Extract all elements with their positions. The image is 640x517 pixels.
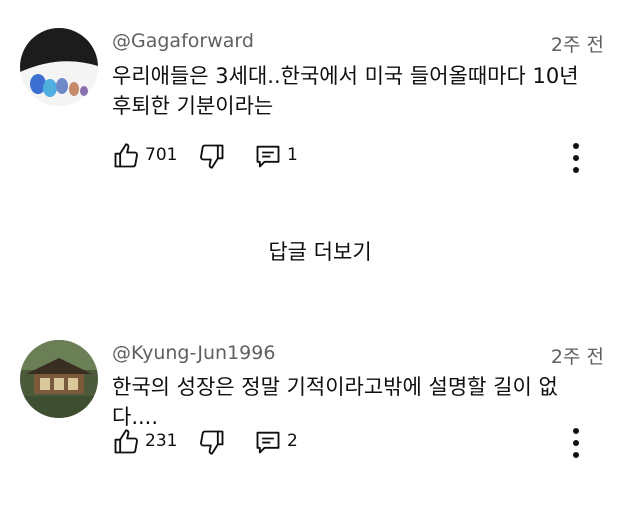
comment-author[interactable]: @Gagaforward <box>112 30 254 52</box>
comment-text: 우리애들은 3세대..한국에서 미국 들어올때마다 10년 후퇴한 기분이라는 <box>112 64 579 118</box>
dislike-icon[interactable] <box>198 428 226 456</box>
comment-author[interactable]: @Kyung-Jun1996 <box>112 342 275 364</box>
reply-icon[interactable] <box>254 428 282 456</box>
figurines-avatar-icon <box>20 28 98 106</box>
more-options-icon[interactable] <box>570 428 582 458</box>
reply-count: 1 <box>287 145 298 165</box>
more-options-icon[interactable] <box>570 143 582 173</box>
avatar[interactable] <box>20 28 98 106</box>
reply-count: 2 <box>287 431 298 451</box>
dislike-icon[interactable] <box>198 142 226 170</box>
comment-timestamp: 2주 전 <box>550 34 604 56</box>
comment-actions: 231 2 <box>112 428 332 458</box>
reply-icon[interactable] <box>254 142 282 170</box>
comment-timestamp: 2주 전 <box>550 346 604 368</box>
like-icon[interactable] <box>112 142 140 170</box>
like-count: 231 <box>145 431 178 451</box>
avatar[interactable] <box>20 340 98 418</box>
comment-text: 한국의 성장은 정말 기적이라고밖에 설명할 길이 없다.... <box>112 375 558 429</box>
comment-actions: 701 1 <box>112 142 332 172</box>
more-replies-button[interactable]: 답글 더보기 <box>0 236 640 266</box>
like-icon[interactable] <box>112 428 140 456</box>
hanok-house-avatar-icon <box>20 340 98 418</box>
like-count: 701 <box>145 145 178 165</box>
